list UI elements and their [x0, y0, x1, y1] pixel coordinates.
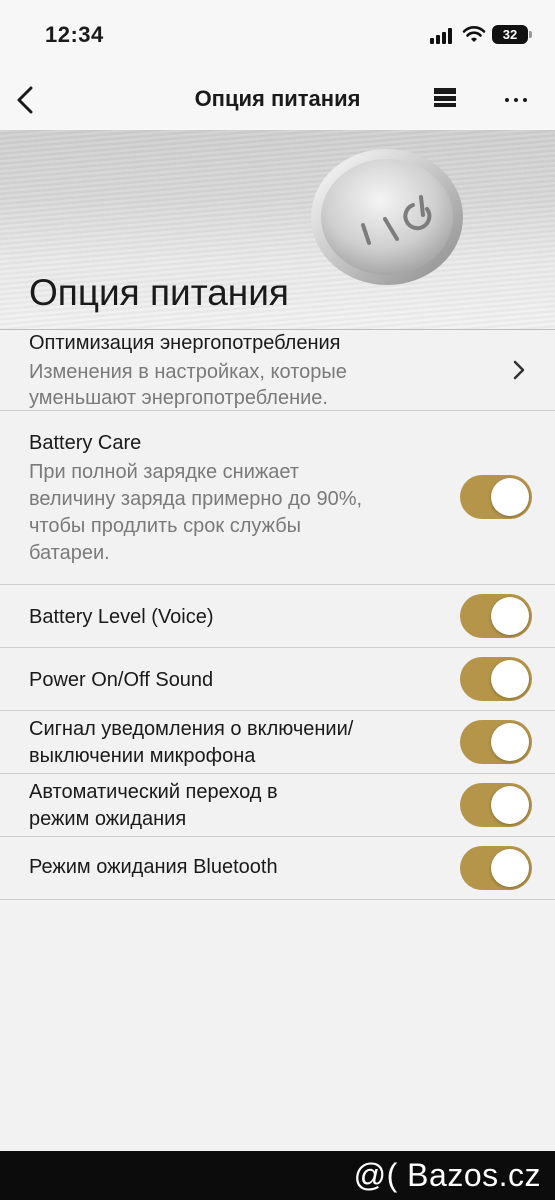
row-title: режим ожидания	[29, 808, 187, 830]
battery-level-voice-row: Battery Level (Voice)	[0, 585, 555, 648]
row-subtitle: Изменения в настройках, которые	[29, 361, 347, 383]
page-heading: Опция питания	[29, 272, 289, 313]
toggle-knob	[491, 660, 529, 698]
row-subtitle: величину заряда примерно до 90%,	[29, 488, 363, 510]
battery-level-voice-toggle[interactable]	[460, 594, 532, 638]
mic-notification-toggle[interactable]	[460, 720, 532, 764]
toggle-knob	[491, 849, 529, 887]
battery-care-toggle[interactable]	[460, 475, 532, 519]
toggle-knob	[491, 723, 529, 761]
row-title: выключении микрофона	[29, 745, 256, 767]
energy-optimization-row[interactable]: Оптимизация энергопотребления Изменения …	[0, 330, 555, 411]
row-title: Battery Care	[29, 432, 142, 454]
wifi-icon	[462, 26, 486, 42]
row-title: Оптимизация энергопотребления	[29, 332, 341, 354]
battery-icon: 32	[492, 25, 532, 44]
power-sound-row: Power On/Off Sound	[0, 648, 555, 711]
power-sound-toggle[interactable]	[460, 657, 532, 701]
hero-banner: Опция питания	[0, 130, 555, 330]
row-title: Power On/Off Sound	[29, 669, 214, 691]
row-title: Режим ожидания Bluetooth	[29, 856, 278, 878]
power-button-image	[311, 149, 463, 285]
row-subtitle: уменьшают энергопотребление.	[29, 387, 328, 409]
toggle-knob	[491, 786, 529, 824]
chevron-right-icon[interactable]	[512, 359, 526, 381]
toggle-knob	[491, 478, 529, 516]
list-menu-icon[interactable]	[434, 88, 458, 110]
row-subtitle: При полной зарядке снижает	[29, 461, 299, 483]
nav-title: Опция питания	[194, 86, 361, 111]
nav-bar: Опция питания	[0, 72, 555, 130]
row-title: Автоматический переход в	[29, 781, 278, 803]
bottom-bar: @( Bazos.cz	[0, 1151, 555, 1200]
toggle-knob	[491, 597, 529, 635]
auto-standby-row: Автоматический переход в режим ожидания	[0, 774, 555, 837]
watermark-text: @( Bazos.cz	[353, 1157, 541, 1193]
bluetooth-standby-toggle[interactable]	[460, 846, 532, 890]
status-time: 12:34	[45, 22, 104, 47]
row-title: Battery Level (Voice)	[29, 606, 214, 628]
signal-icon	[430, 28, 452, 44]
row-title: Сигнал уведомления о включении/	[29, 718, 354, 740]
more-options-icon[interactable]	[505, 98, 529, 104]
mic-notification-row: Сигнал уведомления о включении/ выключен…	[0, 711, 555, 774]
bluetooth-standby-row: Режим ожидания Bluetooth	[0, 837, 555, 900]
settings-list: Оптимизация энергопотребления Изменения …	[0, 330, 555, 900]
auto-standby-toggle[interactable]	[460, 783, 532, 827]
row-subtitle: батареи.	[29, 542, 110, 564]
status-bar: 12:34 32	[0, 0, 555, 72]
battery-care-row: Battery Care При полной зарядке снижает …	[0, 411, 555, 585]
row-subtitle: чтобы продлить срок службы	[29, 515, 302, 537]
